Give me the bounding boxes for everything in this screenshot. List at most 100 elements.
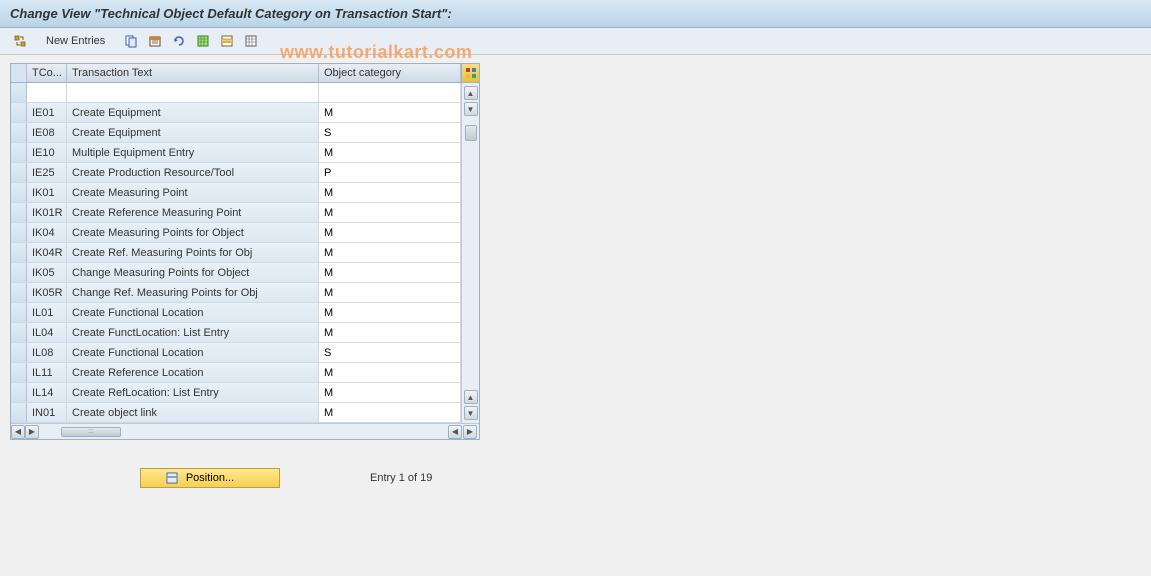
row-selector[interactable] bbox=[11, 383, 27, 402]
cell-text[interactable]: Create Functional Location bbox=[67, 343, 319, 362]
row-selector[interactable] bbox=[11, 163, 27, 182]
cell-text[interactable]: Create RefLocation: List Entry bbox=[67, 383, 319, 402]
cell-tcode[interactable]: IE25 bbox=[27, 163, 67, 182]
scroll-right-button[interactable]: ▶ bbox=[463, 425, 477, 439]
cell-category[interactable]: M bbox=[319, 383, 461, 402]
cell-category[interactable]: M bbox=[319, 323, 461, 342]
cell-tcode[interactable]: IL01 bbox=[27, 303, 67, 322]
new-entries-button[interactable]: New Entries bbox=[38, 33, 113, 49]
toggle-display-icon[interactable] bbox=[10, 32, 30, 50]
scroll-left-button[interactable]: ◀ bbox=[11, 425, 25, 439]
cell-text[interactable]: Create Ref. Measuring Points for Obj bbox=[67, 243, 319, 262]
table-row[interactable]: IK05RChange Ref. Measuring Points for Ob… bbox=[11, 283, 461, 303]
cell-text[interactable]: Change Ref. Measuring Points for Obj bbox=[67, 283, 319, 302]
cell-text[interactable]: Create Measuring Points for Object bbox=[67, 223, 319, 242]
column-header-select[interactable] bbox=[11, 64, 27, 82]
table-row[interactable]: IE10Multiple Equipment EntryM bbox=[11, 143, 461, 163]
table-row[interactable]: IL11Create Reference LocationM bbox=[11, 363, 461, 383]
table-row[interactable]: IL08Create Functional LocationS bbox=[11, 343, 461, 363]
cell-category[interactable]: P bbox=[319, 163, 461, 182]
position-button[interactable]: Position... bbox=[140, 468, 280, 488]
scroll-down-step-button[interactable]: ▼ bbox=[464, 102, 478, 116]
table-row[interactable]: IL04Create FunctLocation: List EntryM bbox=[11, 323, 461, 343]
cell-tcode[interactable]: IK05R bbox=[27, 283, 67, 302]
cell-tcode[interactable]: IK05 bbox=[27, 263, 67, 282]
cell-category[interactable]: M bbox=[319, 143, 461, 162]
table-row[interactable]: IK04Create Measuring Points for ObjectM bbox=[11, 223, 461, 243]
scroll-down-button[interactable]: ▼ bbox=[464, 406, 478, 420]
row-selector[interactable] bbox=[11, 363, 27, 382]
cell-category[interactable]: M bbox=[319, 203, 461, 222]
cell-tcode[interactable]: IL14 bbox=[27, 383, 67, 402]
row-selector[interactable] bbox=[11, 123, 27, 142]
cell-category[interactable]: M bbox=[319, 363, 461, 382]
cell-text[interactable]: Create Reference Measuring Point bbox=[67, 203, 319, 222]
cell-text[interactable]: Create Measuring Point bbox=[67, 183, 319, 202]
cell-text[interactable]: Create Production Resource/Tool bbox=[67, 163, 319, 182]
scroll-left-step-button[interactable]: ◀ bbox=[448, 425, 462, 439]
cell-category[interactable]: M bbox=[319, 283, 461, 302]
column-header-tcode[interactable]: TCo... bbox=[27, 64, 67, 82]
horizontal-scrollbar[interactable]: ◀ ▶ ::: ◀ ▶ bbox=[11, 423, 479, 439]
cell-category[interactable]: S bbox=[319, 343, 461, 362]
row-selector[interactable] bbox=[11, 243, 27, 262]
cell-tcode[interactable]: IL11 bbox=[27, 363, 67, 382]
cell-tcode[interactable]: IK01R bbox=[27, 203, 67, 222]
cell-tcode[interactable]: IE01 bbox=[27, 103, 67, 122]
cell-category[interactable] bbox=[319, 83, 461, 102]
table-row[interactable]: IN01Create object linkM bbox=[11, 403, 461, 423]
scroll-up-button[interactable]: ▲ bbox=[464, 86, 478, 100]
row-selector[interactable] bbox=[11, 83, 27, 102]
row-selector[interactable] bbox=[11, 403, 27, 422]
cell-tcode[interactable]: IL04 bbox=[27, 323, 67, 342]
vertical-scrollbar[interactable]: ▲ ▼ ▲ ▼ bbox=[461, 83, 479, 423]
cell-text[interactable]: Create Functional Location bbox=[67, 303, 319, 322]
cell-text[interactable]: Create FunctLocation: List Entry bbox=[67, 323, 319, 342]
row-selector[interactable] bbox=[11, 103, 27, 122]
cell-category[interactable]: M bbox=[319, 263, 461, 282]
select-block-icon[interactable] bbox=[217, 32, 237, 50]
row-selector[interactable] bbox=[11, 283, 27, 302]
row-selector[interactable] bbox=[11, 263, 27, 282]
undo-icon[interactable] bbox=[169, 32, 189, 50]
cell-tcode[interactable] bbox=[27, 83, 67, 102]
cell-tcode[interactable]: IE08 bbox=[27, 123, 67, 142]
table-row[interactable]: IK01Create Measuring PointM bbox=[11, 183, 461, 203]
cell-tcode[interactable]: IE10 bbox=[27, 143, 67, 162]
cell-tcode[interactable]: IK04R bbox=[27, 243, 67, 262]
cell-category[interactable]: M bbox=[319, 403, 461, 422]
row-selector[interactable] bbox=[11, 183, 27, 202]
table-row[interactable]: IL01Create Functional LocationM bbox=[11, 303, 461, 323]
scroll-up-step-button[interactable]: ▲ bbox=[464, 390, 478, 404]
table-row[interactable]: IE01Create EquipmentM bbox=[11, 103, 461, 123]
cell-tcode[interactable]: IL08 bbox=[27, 343, 67, 362]
cell-category[interactable]: S bbox=[319, 123, 461, 142]
cell-category[interactable]: M bbox=[319, 243, 461, 262]
scroll-right-step-button[interactable]: ▶ bbox=[25, 425, 39, 439]
cell-text[interactable]: Create Equipment bbox=[67, 123, 319, 142]
column-header-text[interactable]: Transaction Text bbox=[67, 64, 319, 82]
cell-category[interactable]: M bbox=[319, 183, 461, 202]
cell-text[interactable]: Create object link bbox=[67, 403, 319, 422]
table-row-empty[interactable] bbox=[11, 83, 461, 103]
copy-as-icon[interactable] bbox=[121, 32, 141, 50]
table-row[interactable]: IE08Create EquipmentS bbox=[11, 123, 461, 143]
delete-icon[interactable] bbox=[145, 32, 165, 50]
table-row[interactable]: IK05Change Measuring Points for ObjectM bbox=[11, 263, 461, 283]
cell-text[interactable]: Create Equipment bbox=[67, 103, 319, 122]
scroll-thumb[interactable] bbox=[465, 125, 477, 141]
cell-text[interactable] bbox=[67, 83, 319, 102]
row-selector[interactable] bbox=[11, 203, 27, 222]
cell-category[interactable]: M bbox=[319, 103, 461, 122]
cell-text[interactable]: Create Reference Location bbox=[67, 363, 319, 382]
row-selector[interactable] bbox=[11, 323, 27, 342]
row-selector[interactable] bbox=[11, 303, 27, 322]
cell-tcode[interactable]: IK04 bbox=[27, 223, 67, 242]
cell-category[interactable]: M bbox=[319, 303, 461, 322]
table-config-icon[interactable] bbox=[461, 64, 479, 82]
deselect-all-icon[interactable] bbox=[241, 32, 261, 50]
row-selector[interactable] bbox=[11, 343, 27, 362]
cell-text[interactable]: Multiple Equipment Entry bbox=[67, 143, 319, 162]
cell-tcode[interactable]: IN01 bbox=[27, 403, 67, 422]
table-row[interactable]: IK04RCreate Ref. Measuring Points for Ob… bbox=[11, 243, 461, 263]
